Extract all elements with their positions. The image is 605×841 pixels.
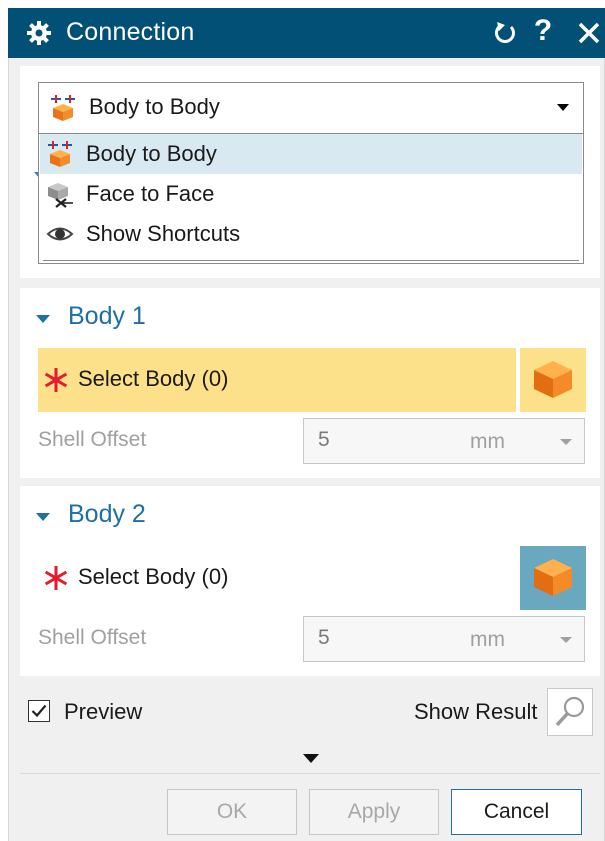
option-show-shortcuts[interactable]: Show Shortcuts	[40, 214, 582, 254]
option-face-to-face[interactable]: Face to Face	[40, 174, 582, 214]
select-body-button[interactable]	[520, 546, 586, 610]
window-title: Connection	[66, 18, 195, 46]
option-label: Show Shortcuts	[86, 221, 241, 246]
required-star-icon	[44, 368, 68, 392]
shell-offset-input: 5 mm	[303, 418, 585, 464]
show-result-button[interactable]	[547, 688, 593, 736]
option-label: Face to Face	[86, 181, 215, 206]
select-body-field[interactable]: Select Body (0)	[38, 348, 516, 412]
option-body-to-body[interactable]: Body to Body	[40, 134, 582, 174]
body2-section: Body 2 Select Body (0) Shell Offset 5 mm	[20, 486, 600, 676]
select-body-label: Select Body (0)	[78, 366, 229, 391]
magnifier-icon	[555, 696, 585, 727]
checkmark-icon	[31, 704, 47, 718]
body-to-body-icon	[51, 95, 75, 121]
select-body-label: Select Body (0)	[78, 564, 229, 589]
connection-type-select[interactable]: Body to Body	[38, 82, 584, 134]
collapse-chevron-icon[interactable]	[36, 315, 50, 323]
chevron-down-icon	[560, 637, 572, 643]
select-body-button[interactable]	[520, 348, 586, 412]
shell-offset-unit: mm	[470, 430, 505, 453]
footer-divider	[20, 773, 600, 774]
body1-section: Body 1 Select Body (0) Shell Offset 5 mm	[20, 288, 600, 478]
shell-offset-input: 5 mm	[303, 616, 585, 662]
body-to-body-icon	[48, 141, 72, 167]
chevron-down-icon	[560, 439, 572, 445]
chevron-down-icon[interactable]	[557, 104, 569, 111]
body1-select-row[interactable]: Select Body (0)	[38, 348, 586, 412]
body2-select-row[interactable]: Select Body (0)	[38, 546, 586, 610]
title-bar: Connection ?	[8, 8, 605, 58]
show-result-label: Show Result	[414, 699, 538, 724]
gear-icon[interactable]	[26, 20, 52, 46]
help-icon[interactable]: ?	[532, 14, 554, 48]
reset-icon[interactable]	[492, 20, 518, 46]
face-to-face-icon	[48, 183, 73, 208]
cube-icon	[534, 361, 572, 398]
divider	[43, 260, 579, 261]
cancel-button[interactable]: Cancel	[451, 789, 582, 835]
section-header[interactable]: Body 1	[68, 302, 146, 331]
required-star-icon	[44, 566, 68, 590]
connection-type-value: Body to Body	[89, 94, 220, 119]
shell-offset-label: Shell Offset	[38, 626, 147, 649]
cube-icon	[534, 559, 572, 596]
apply-button[interactable]: Apply	[309, 789, 439, 835]
option-label: Body to Body	[86, 141, 217, 166]
select-body-field[interactable]: Select Body (0)	[38, 546, 516, 610]
shell-offset-value: 5	[318, 626, 330, 649]
collapse-chevron-icon[interactable]	[36, 513, 50, 521]
expand-more-icon[interactable]	[303, 754, 319, 763]
shell-offset-unit: mm	[470, 628, 505, 651]
preview-label: Preview	[64, 699, 143, 724]
eye-icon	[46, 227, 74, 241]
connection-type-dropdown: Body to Body Face to Face Show Shortcuts	[38, 134, 584, 264]
shell-offset-value: 5	[318, 428, 330, 451]
close-icon[interactable]	[576, 20, 602, 46]
shell-offset-label: Shell Offset	[38, 428, 147, 451]
ok-button[interactable]: OK	[167, 789, 297, 835]
section-header[interactable]: Body 2	[68, 500, 146, 529]
preview-checkbox[interactable]	[28, 700, 50, 722]
